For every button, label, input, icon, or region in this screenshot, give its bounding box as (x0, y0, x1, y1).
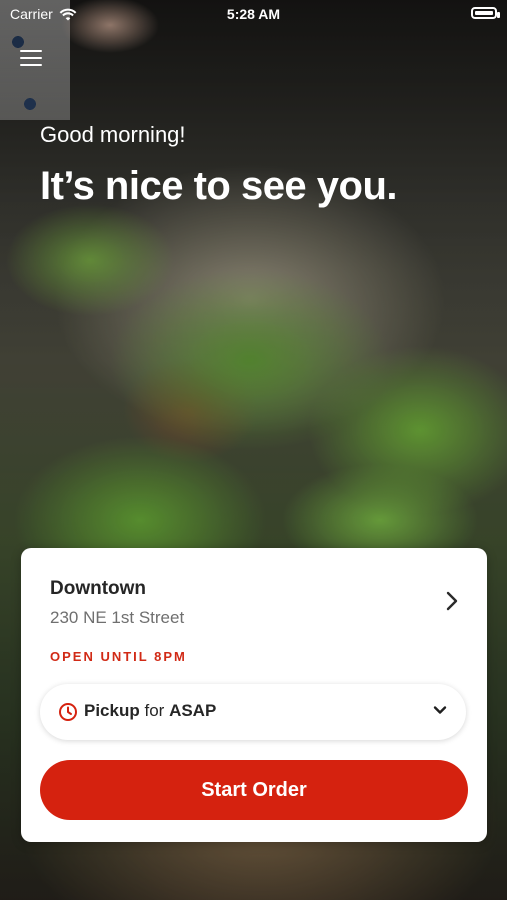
location-address[interactable]: 230 NE 1st Street (50, 608, 184, 628)
order-mode-selector[interactable]: Pickup for ASAP (40, 684, 466, 740)
order-mode-value: Pickup (84, 701, 140, 720)
order-mode-label: Pickup for ASAP (84, 701, 216, 721)
chevron-right-icon[interactable] (443, 590, 461, 612)
clock-icon (59, 703, 77, 721)
start-order-button[interactable]: Start Order (40, 760, 468, 820)
greeting-text: Good morning! (40, 122, 186, 147)
battery-icon (471, 7, 500, 19)
menu-line (20, 64, 42, 66)
order-mode-connector: for (144, 701, 165, 720)
location-card: Downtown 230 NE 1st Street OPEN UNTIL 8P… (21, 548, 487, 842)
location-name[interactable]: Downtown (50, 578, 146, 600)
status-time: 5:28 AM (226, 6, 281, 22)
headline-text: It’s nice to see you. (40, 164, 398, 208)
menu-line (20, 57, 42, 59)
menu-line (20, 50, 42, 52)
battery-level (475, 11, 493, 15)
menu-icon[interactable] (20, 48, 42, 66)
status-bar: Carrier 5:28 AM (0, 0, 507, 28)
hours-status: OPEN UNTIL 8PM (50, 649, 187, 664)
chevron-down-icon (433, 706, 447, 714)
order-time-value: ASAP (169, 701, 217, 720)
